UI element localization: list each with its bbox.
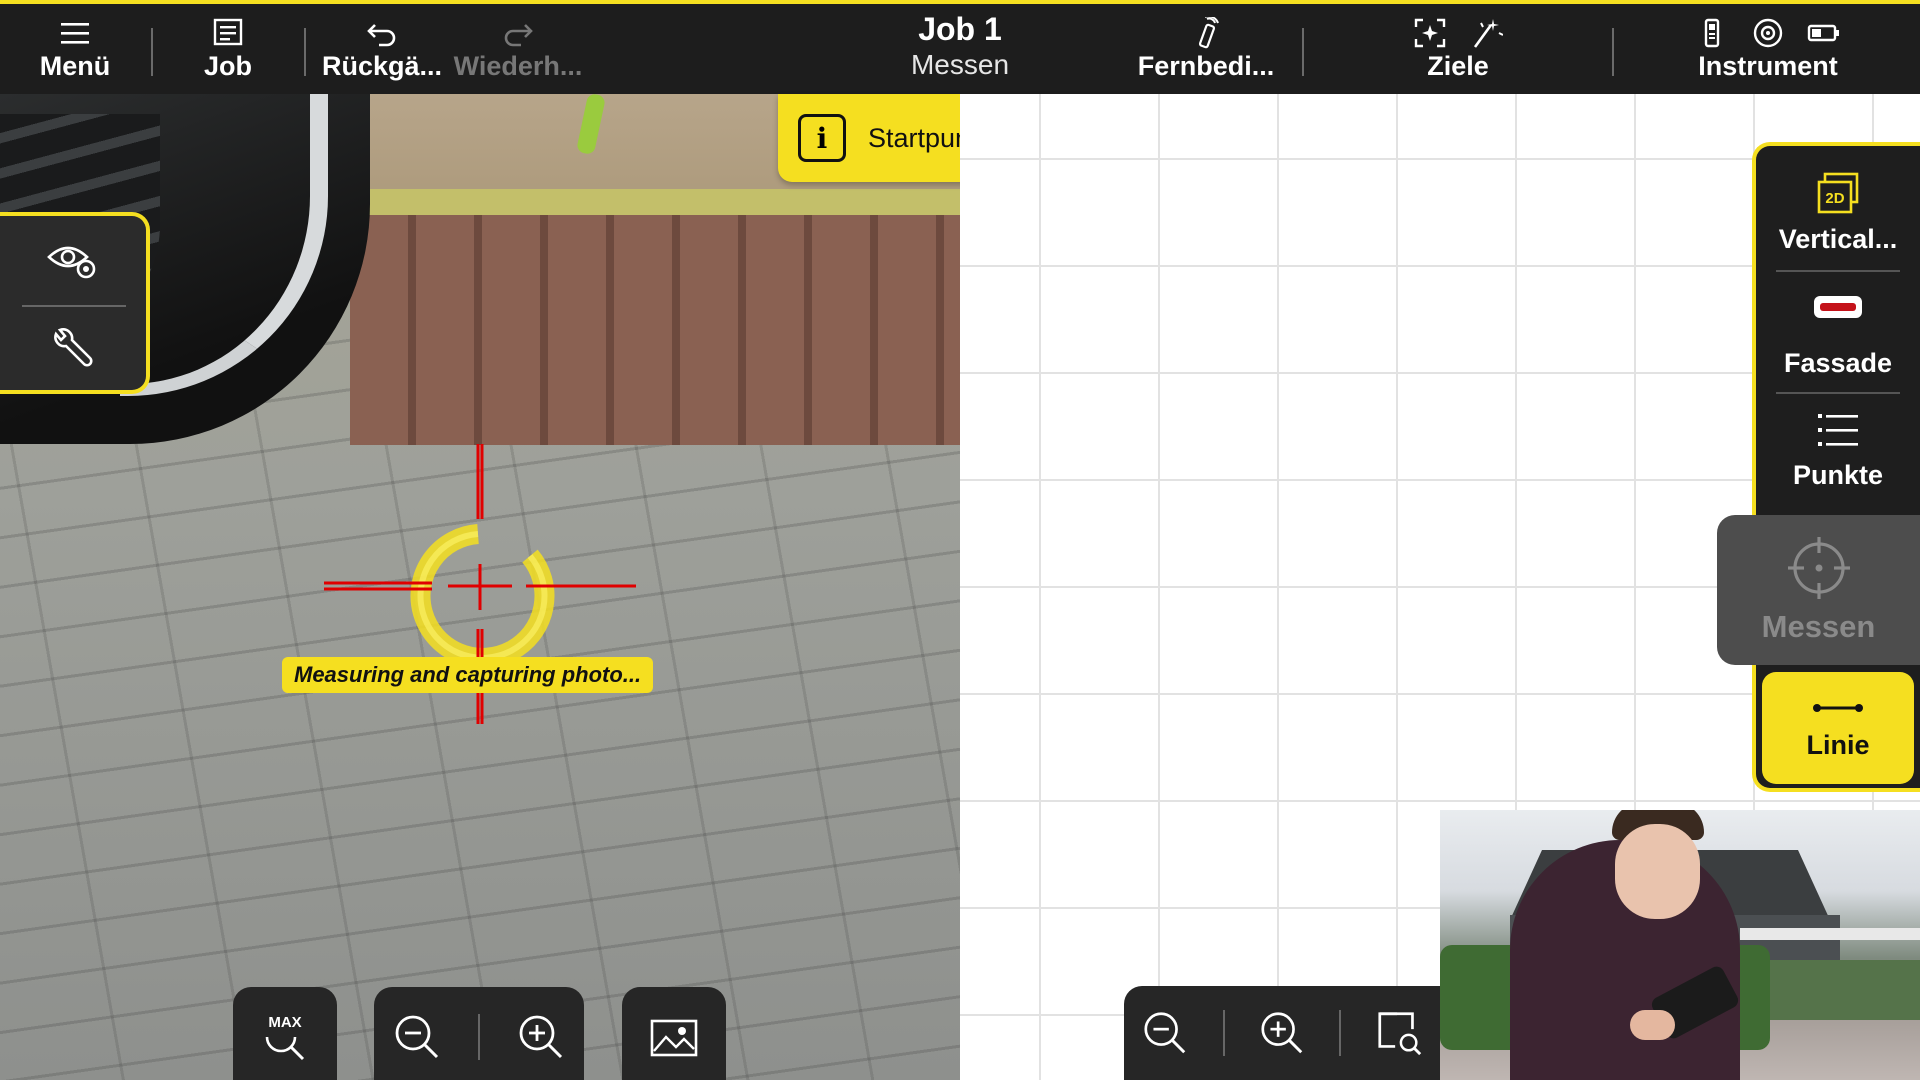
menu-label: Menü: [39, 50, 111, 81]
zoom-out-icon[interactable]: [1140, 1008, 1190, 1058]
sketch-zoom-controls: [1124, 986, 1440, 1080]
separator: [1302, 28, 1304, 76]
job-label: Job: [203, 50, 252, 81]
webcam-carport: [1740, 928, 1920, 940]
laser-target-icon: [1473, 18, 1503, 48]
zoom-out-icon[interactable]: [391, 1011, 443, 1063]
instrument-label: Instrument: [1698, 50, 1838, 81]
measuring-status-label: Measuring and capturing photo...: [282, 657, 654, 693]
remote-control-button[interactable]: Fernbedi...: [1130, 4, 1282, 94]
menu-button[interactable]: Menü: [20, 4, 130, 94]
targets-button[interactable]: Ziele: [1400, 4, 1516, 94]
presenter-webcam: [1440, 810, 1920, 1080]
top-bar: Menü Job Rückgä... Wiederh... Job 1 Mess…: [0, 0, 1920, 94]
photo-button[interactable]: [622, 987, 726, 1080]
undo-icon: [367, 23, 396, 46]
max-text: MAX: [268, 1014, 301, 1031]
facade-button[interactable]: Fassade: [1756, 286, 1920, 379]
list-icon: [1818, 414, 1858, 446]
wrench-icon: [54, 328, 93, 367]
camera-zoom-controls: [374, 987, 584, 1080]
camera-view[interactable]: Measuring and capturing photo... MAX: [0, 94, 960, 1080]
image-icon: [650, 1019, 698, 1056]
zoom-in-icon[interactable]: [1257, 1008, 1307, 1058]
undo-button[interactable]: Rückgä...: [318, 4, 446, 94]
targets-label: Ziele: [1427, 50, 1489, 81]
hamburger-icon: [61, 22, 89, 44]
2d-badge: 2D: [1825, 190, 1844, 207]
view-settings-button[interactable]: [0, 216, 146, 304]
line-label: Linie: [1806, 729, 1870, 760]
webcam-hedge: [1770, 960, 1920, 1020]
2d-plane-icon: 2D: [1817, 172, 1859, 214]
divider: [1222, 1010, 1225, 1056]
camera-tools-panel: [0, 212, 150, 394]
redo-label: Wiederh...: [453, 50, 583, 81]
job-icon: [213, 18, 243, 45]
eye-settings-icon: [47, 246, 96, 279]
points-label: Punkte: [1792, 460, 1884, 490]
redo-icon: [504, 23, 533, 46]
facade-label: Fassade: [1783, 348, 1893, 378]
instrument-button[interactable]: Instrument: [1680, 4, 1856, 94]
remote-control-icon: [1198, 16, 1219, 48]
zoom-in-icon[interactable]: [515, 1011, 567, 1063]
separator: [151, 28, 153, 76]
divider: [477, 1013, 480, 1060]
separator: [1612, 28, 1614, 76]
vertical-plane-button[interactable]: 2D Vertical...: [1756, 172, 1920, 255]
instrument-icons: [1695, 17, 1841, 49]
info-icon: i: [798, 114, 846, 162]
undo-label: Rückgä...: [321, 50, 443, 81]
facade-icon: [1814, 296, 1862, 318]
zoom-max-icon: MAX: [265, 1014, 305, 1060]
line-button[interactable]: Linie: [1762, 672, 1914, 784]
job-subtitle: Messen: [910, 49, 1010, 80]
tools-button[interactable]: [0, 307, 146, 395]
target-scan-icon: [1414, 18, 1446, 47]
line-icon: [1813, 703, 1863, 712]
redo-button[interactable]: Wiederh...: [450, 4, 586, 94]
vertical-plane-label: Vertical...: [1778, 224, 1898, 254]
target-lock-icon: [1753, 18, 1783, 47]
measure-label: Messen: [1761, 609, 1876, 644]
instrument-device-icon: [1704, 18, 1720, 47]
divider: [1339, 1010, 1342, 1056]
divider: [1776, 270, 1900, 272]
targets-icons: [1413, 17, 1503, 49]
points-button[interactable]: Punkte: [1756, 408, 1920, 491]
divider: [1776, 392, 1900, 394]
zoom-extent-icon[interactable]: [1374, 1008, 1424, 1058]
crosshair-target-icon: [1787, 537, 1850, 599]
webcam-hand: [1630, 1010, 1675, 1040]
job-title: Job 1: [918, 11, 1002, 47]
job-button[interactable]: Job: [176, 4, 280, 94]
remote-control-label: Fernbedi...: [1137, 50, 1275, 81]
separator: [304, 28, 306, 76]
measure-button[interactable]: Messen: [1717, 515, 1920, 665]
zoom-max-button[interactable]: MAX: [233, 987, 337, 1080]
battery-icon: [1807, 24, 1839, 41]
job-title-area[interactable]: Job 1 Messen: [860, 10, 1060, 82]
webcam-person-head: [1615, 824, 1700, 919]
